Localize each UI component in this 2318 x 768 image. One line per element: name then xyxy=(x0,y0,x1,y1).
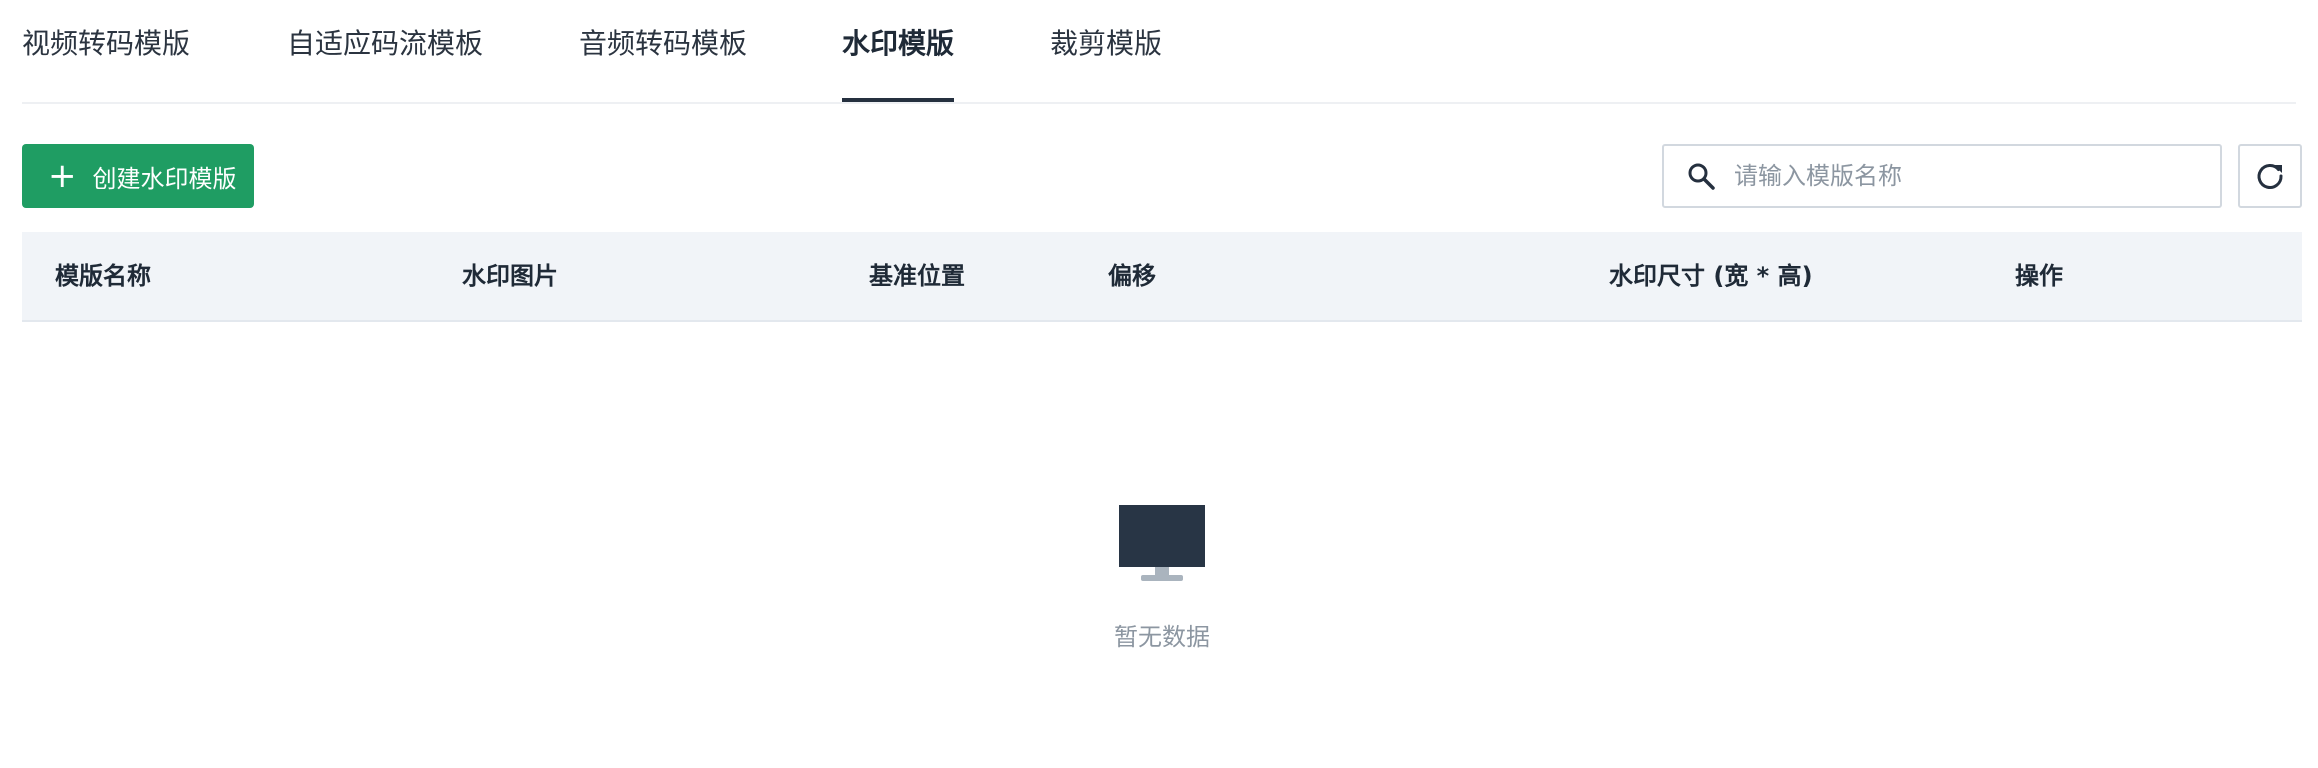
tab-crop[interactable]: 裁剪模版 xyxy=(1050,26,1162,62)
refresh-button[interactable] xyxy=(2238,144,2302,208)
search-box xyxy=(1662,144,2222,208)
column-header-template-name: 模版名称 xyxy=(55,262,151,290)
template-tabs: 视频转码模版 自适应码流模板 音频转码模板 水印模版 裁剪模版 xyxy=(22,0,2296,104)
plus-icon: + xyxy=(48,156,77,196)
column-header-watermark-image: 水印图片 xyxy=(462,262,558,290)
template-name-search-input[interactable] xyxy=(1732,146,2220,206)
empty-state: 暂无数据 xyxy=(1087,505,1237,652)
search-icon xyxy=(1688,163,1715,190)
create-watermark-template-button[interactable]: + 创建水印模版 xyxy=(22,144,254,208)
empty-state-text: 暂无数据 xyxy=(1114,623,1210,651)
tab-watermark[interactable]: 水印模版 xyxy=(842,26,955,102)
column-header-actions: 操作 xyxy=(2015,262,2063,290)
refresh-icon xyxy=(2257,164,2283,189)
tab-audio-transcode[interactable]: 音频转码模板 xyxy=(579,26,747,62)
column-header-watermark-size: 水印尺寸 (宽 * 高) xyxy=(1609,262,1813,290)
column-header-base-position: 基准位置 xyxy=(869,262,965,290)
table-header: 模版名称 水印图片 基准位置 偏移 水印尺寸 (宽 * 高) 操作 xyxy=(22,232,2302,322)
column-header-offset: 偏移 xyxy=(1108,262,1156,290)
monitor-icon xyxy=(1119,505,1205,581)
create-button-label: 创建水印模版 xyxy=(92,164,237,193)
tab-video-transcode[interactable]: 视频转码模版 xyxy=(22,26,190,62)
tab-adaptive-bitrate[interactable]: 自适应码流模板 xyxy=(287,26,483,62)
